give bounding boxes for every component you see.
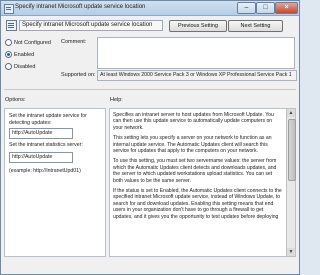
minimize-button[interactable]: – [237, 2, 256, 14]
maximize-icon: □ [263, 4, 268, 11]
supported-on-field: At least Windows 2000 Service Pack 3 or … [97, 70, 297, 81]
radio-not-configured-label: Not Configured [14, 39, 51, 46]
stats-server-input[interactable]: http://AutoUpdate [9, 152, 73, 163]
policy-header: Specify intranet Microsoft update servic… [4, 17, 296, 33]
comment-label: Comment: [61, 39, 87, 45]
help-paragraph: This setting lets you specify a server o… [113, 135, 272, 155]
policy-app-icon [4, 4, 14, 14]
comment-textarea[interactable] [97, 37, 295, 69]
help-scrollbar[interactable]: ▲ ▼ [286, 108, 296, 257]
help-content: Specifies an intranet server to host upd… [110, 112, 286, 224]
detect-server-label: Set the intranet update service for dete… [9, 113, 87, 126]
detect-server-input[interactable]: http://AutoUpdate [9, 128, 73, 139]
policy-setting-icon [6, 20, 17, 31]
minimize-icon: – [244, 4, 249, 11]
example-text: (example: http://IntranetUpd01) [9, 168, 81, 174]
help-paragraph: Specifies an intranet server to host upd… [113, 112, 274, 131]
previous-setting-button[interactable]: Previous Setting [169, 20, 227, 32]
radio-disabled-label: Disabled [14, 63, 36, 70]
options-heading: Options: [5, 97, 26, 103]
maximize-button[interactable]: □ [256, 2, 275, 14]
help-paragraph: If the status is set to Enabled, the Aut… [113, 188, 282, 220]
radio-disabled[interactable]: Disabled [5, 63, 35, 71]
radio-enabled-icon [5, 51, 12, 58]
scroll-thumb[interactable] [288, 119, 296, 181]
title-bar[interactable]: Specify intranet Microsoft update servic… [1, 1, 299, 16]
close-icon: × [284, 4, 289, 11]
radio-disabled-icon [5, 63, 12, 70]
stats-server-label: Set the intranet statistics server: [9, 142, 83, 148]
section-divider [4, 89, 296, 90]
policy-title-field: Specify intranet Microsoft update servic… [19, 20, 163, 31]
help-paragraph: To use this setting, you must set two se… [113, 158, 277, 184]
close-button[interactable]: × [275, 2, 298, 14]
radio-not-configured-icon [5, 39, 12, 46]
help-panel: Specifies an intranet server to host upd… [109, 108, 287, 257]
next-setting-button[interactable]: Next Setting [228, 20, 283, 32]
scroll-up-arrow-icon[interactable]: ▲ [287, 109, 295, 117]
radio-enabled[interactable]: Enabled [5, 51, 34, 59]
scroll-down-arrow-icon[interactable]: ▼ [287, 248, 295, 256]
options-panel: Set the intranet update service for dete… [4, 108, 106, 257]
policy-dialog-window: Specify intranet Microsoft update servic… [0, 0, 300, 275]
radio-enabled-label: Enabled [14, 51, 35, 58]
radio-not-configured[interactable]: Not Configured [5, 39, 51, 47]
window-title: Specify intranet Microsoft update servic… [15, 4, 146, 10]
help-heading: Help: [110, 97, 123, 103]
supported-on-label: Supported on: [61, 72, 96, 78]
